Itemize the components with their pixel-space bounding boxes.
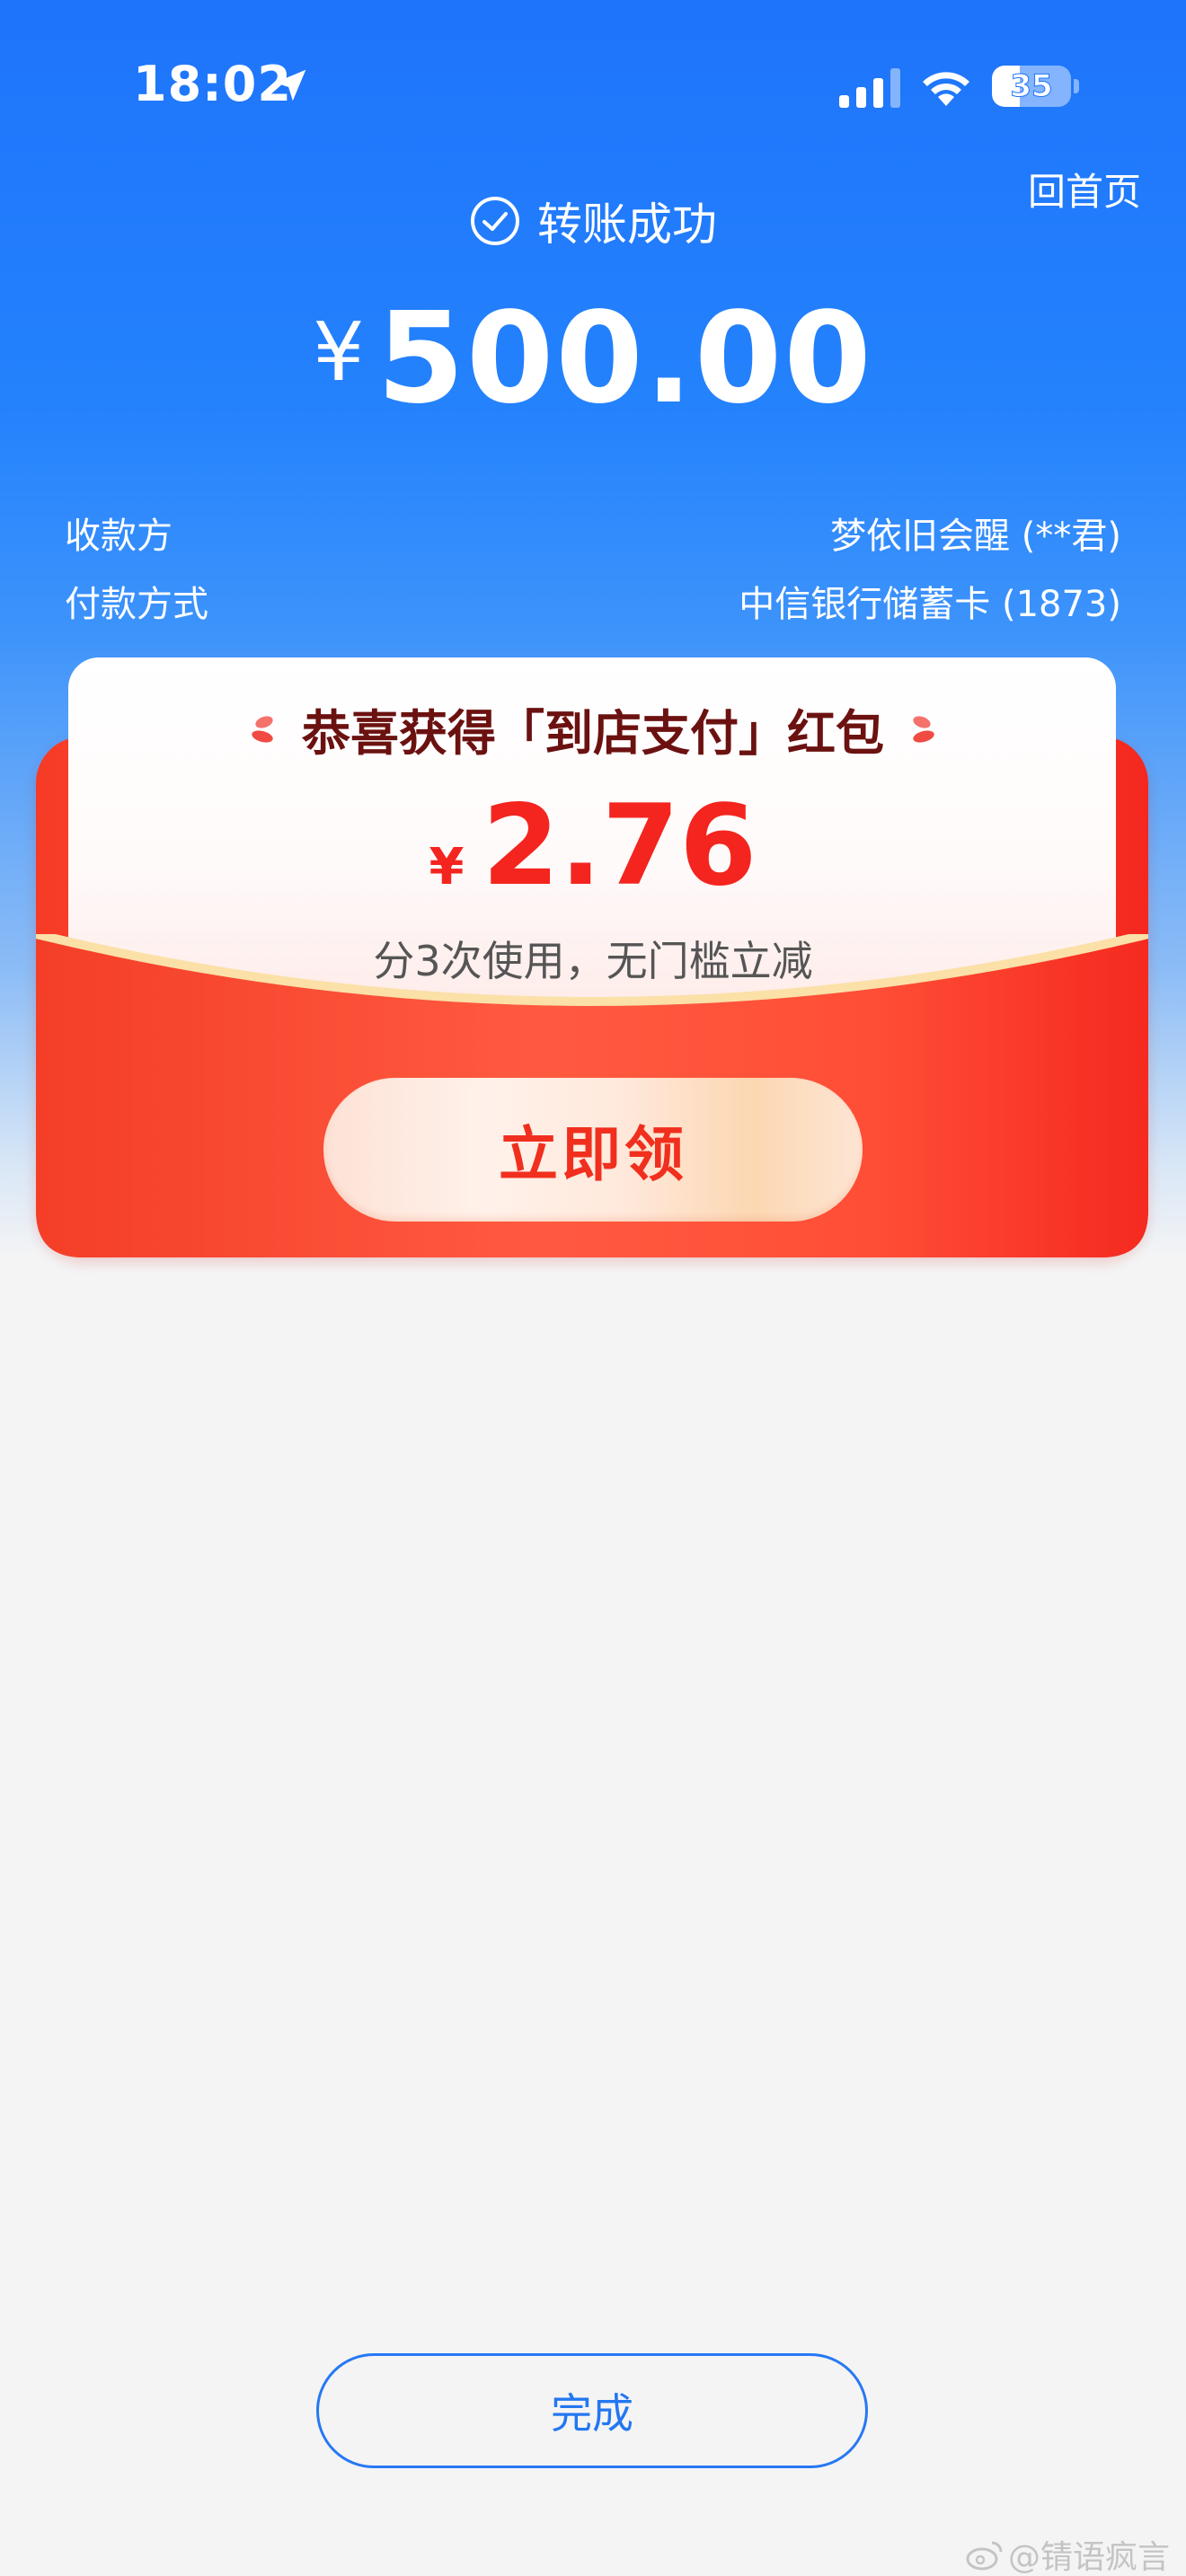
battery-cap: [1074, 79, 1079, 93]
claim-button-label: 立即领: [499, 1120, 687, 1189]
payment-method-label: 付款方式: [65, 584, 208, 625]
reward-title-text: 恭喜获得「到店支付」红包: [302, 705, 884, 762]
watermark: @锖语疯言: [965, 2531, 1170, 2576]
location-arrow-icon: [274, 69, 306, 101]
battery-indicator: 35: [992, 66, 1079, 107]
transfer-amount: ¥500.00: [0, 286, 1186, 432]
claim-now-button[interactable]: 立即领: [323, 1078, 863, 1222]
reward-title: 恭喜获得「到店支付」红包: [0, 693, 1186, 764]
payee-label: 收款方: [65, 516, 173, 557]
currency-symbol: ¥: [313, 305, 365, 400]
check-circle-icon: [471, 197, 519, 245]
status-bar: 18:02 35: [0, 0, 1186, 171]
done-button[interactable]: 完成: [316, 2353, 868, 2468]
payee-value: 梦依旧会醒 (**君): [830, 516, 1121, 557]
status-text: 转账成功: [537, 198, 717, 251]
payment-method-value: 中信银行储蓄卡 (1873): [739, 584, 1121, 625]
right-petal-icon: [913, 715, 934, 743]
wifi-icon: [923, 72, 969, 106]
left-petal-icon: [252, 715, 273, 743]
reward-value: 2.76: [482, 781, 757, 911]
cellular-signal-icon: [839, 68, 900, 108]
weibo-icon: [966, 2541, 1003, 2571]
payee-row: 收款方 梦依旧会醒 (**君): [65, 507, 1121, 559]
watermark-text: @锖语疯言: [1007, 2539, 1170, 2576]
amount-value: 500.00: [376, 286, 873, 432]
reward-description: 分3次使用，无门槛立减: [373, 937, 813, 985]
transfer-status: 转账成功: [0, 189, 1186, 253]
status-time: 18:02: [133, 56, 292, 112]
reward-amount: ¥2.76: [0, 781, 1186, 911]
battery-percentage: 35: [1010, 68, 1053, 105]
payment-method-row: 付款方式 中信银行储蓄卡 (1873): [65, 575, 1121, 627]
reward-currency: ¥: [429, 838, 465, 896]
